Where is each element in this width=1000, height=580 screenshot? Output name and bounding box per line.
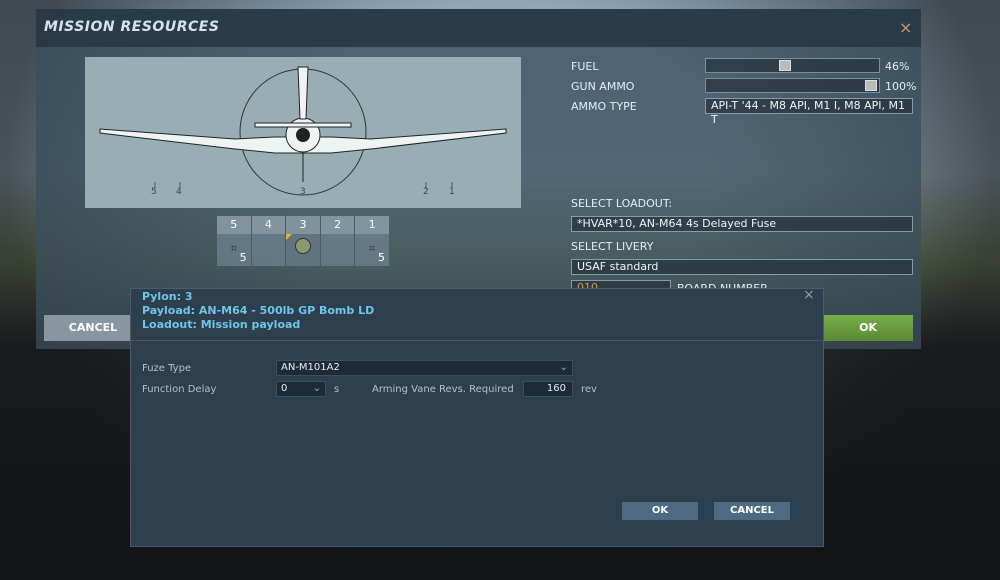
fuel-label: FUEL: [571, 60, 599, 73]
pylon-marker: 5: [151, 187, 157, 197]
fuze-type-label: Fuze Type: [142, 363, 192, 374]
pylon-marker: 2: [423, 187, 429, 197]
window-title: MISSION RESOURCES: [44, 19, 220, 35]
fuel-slider[interactable]: [705, 58, 880, 73]
pylon-marker: 3: [300, 187, 306, 197]
gun-ammo-label: GUN AMMO: [571, 80, 635, 93]
gun-ammo-slider[interactable]: [705, 78, 880, 93]
payload-info: Pylon: 3 Payload: AN-M64 - 500lb GP Bomb…: [131, 289, 823, 341]
bomb-icon: [294, 238, 311, 254]
function-delay-value: 0: [281, 383, 288, 394]
payload-info-text: Payload: AN-M64 - 500lb GP Bomb LD: [142, 304, 375, 317]
livery-dropdown[interactable]: USAF standard: [571, 259, 913, 275]
livery-label: SELECT LIVERY: [571, 240, 654, 253]
arming-vane-label: Arming Vane Revs. Required: [372, 384, 514, 395]
aircraft-diagram: 5 4 3 2 1: [85, 57, 521, 208]
pylon-marker: 1: [449, 187, 455, 197]
gun-ammo-value: 100%: [885, 80, 917, 93]
fuel-value: 46%: [885, 60, 910, 73]
slider-handle[interactable]: [865, 80, 877, 91]
loadout-info: Loadout: Mission payload: [142, 318, 301, 331]
loadout-dropdown[interactable]: *HVAR*10, AN-M64 4s Delayed Fuse: [571, 216, 913, 232]
cancel-button[interactable]: CANCEL: [44, 315, 142, 341]
close-icon[interactable]: ×: [899, 18, 912, 37]
function-delay-label: Function Delay: [142, 384, 217, 395]
pylon-4[interactable]: 4: [251, 216, 287, 266]
loadout-label: SELECT LOADOUT:: [571, 197, 673, 210]
ammo-type-dropdown[interactable]: API-T '44 - M8 API, M1 I, M8 API, M1 T: [705, 98, 913, 126]
popup-ok-button[interactable]: OK: [622, 502, 698, 520]
fuze-type-value: AN-M101A2: [281, 362, 340, 373]
rocket-icon: ⌗: [369, 242, 376, 255]
pylon-3[interactable]: 3: [286, 216, 321, 266]
payload-settings-dialog: × Pylon: 3 Payload: AN-M64 - 500lb GP Bo…: [130, 287, 824, 547]
chevron-down-icon: ⌄: [559, 362, 568, 373]
title-bar: MISSION RESOURCES ×: [36, 9, 921, 47]
rocket-icon: ⌗: [230, 242, 237, 255]
pylon-2[interactable]: 2: [320, 216, 356, 266]
pylon-1[interactable]: 1 ⌗ 5: [355, 216, 389, 266]
aircraft-icon: [99, 66, 507, 196]
slider-handle[interactable]: [779, 60, 792, 71]
ammo-type-label: AMMO TYPE: [571, 100, 637, 113]
vane-unit: rev: [581, 384, 597, 395]
delay-unit: s: [334, 384, 340, 395]
pylon-selector: 5 ⌗ 5 4 3 2 1 ⌗ 5: [217, 216, 389, 266]
arming-vane-stepper[interactable]: 160: [523, 381, 573, 397]
ok-button[interactable]: OK: [823, 315, 913, 341]
fuze-type-dropdown[interactable]: AN-M101A2 ⌄: [276, 360, 573, 376]
pylon-marker: 4: [176, 187, 182, 197]
chevron-down-icon: ⌄: [312, 383, 321, 394]
selected-marker: [286, 234, 293, 240]
popup-cancel-button[interactable]: CANCEL: [714, 502, 790, 520]
pylon-info: Pylon: 3: [142, 290, 193, 303]
function-delay-dropdown[interactable]: 0 ⌄: [276, 381, 326, 397]
pylon-5[interactable]: 5 ⌗ 5: [217, 216, 252, 266]
